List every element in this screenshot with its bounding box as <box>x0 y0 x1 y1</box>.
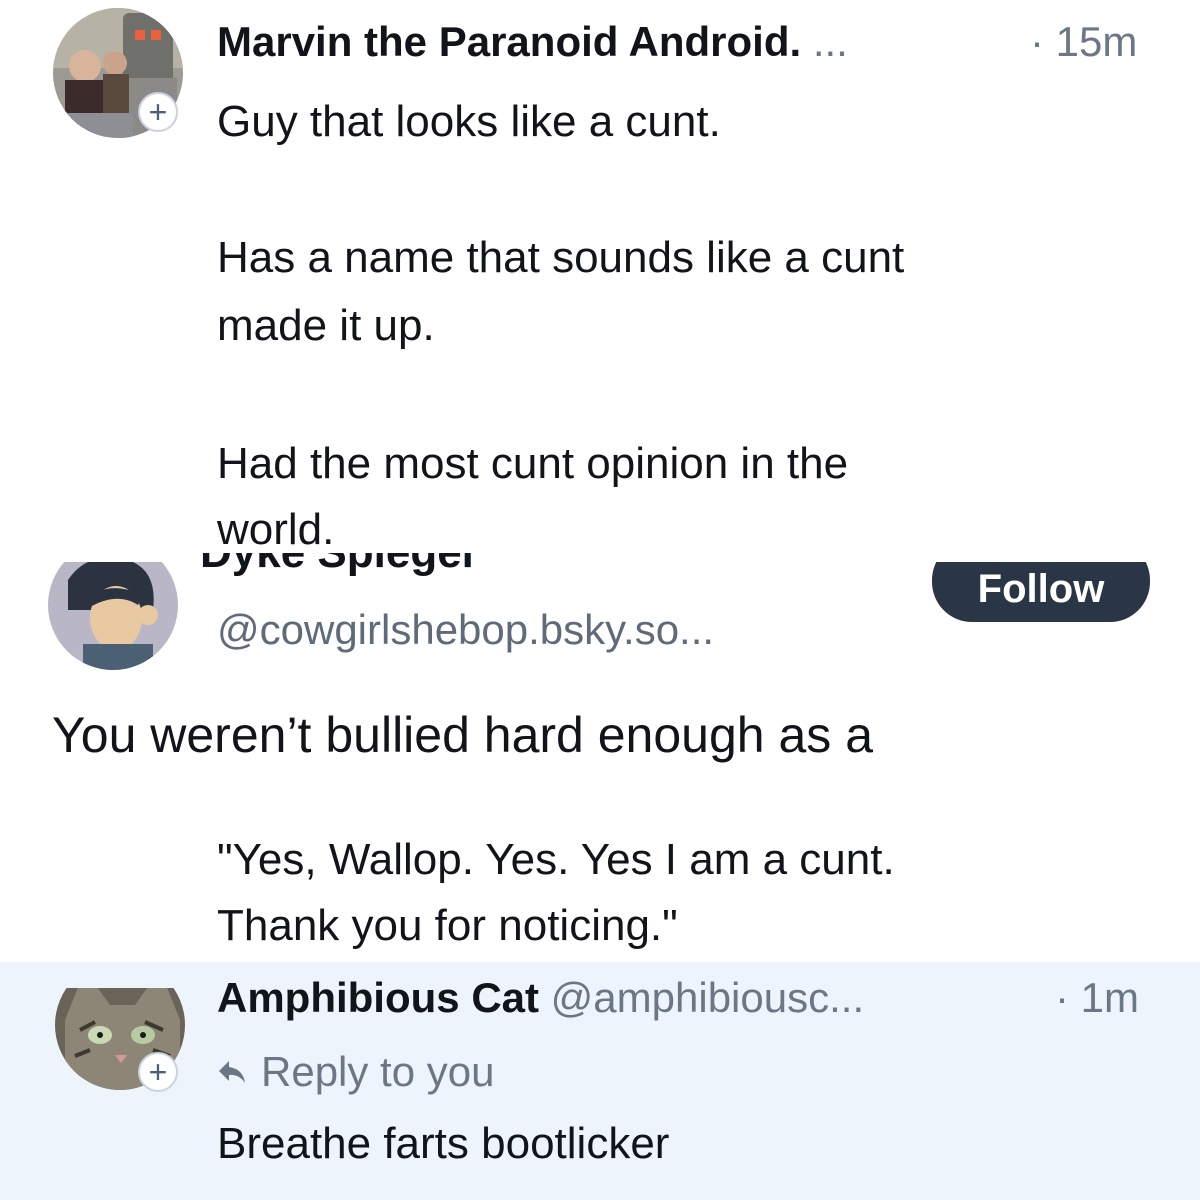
post1-line-4: Had the most cunt opinion in the <box>217 439 849 488</box>
post1-line-3: made it up. <box>217 301 435 350</box>
plus-icon: + <box>148 1054 168 1090</box>
reply-quote-line-2: Thank you for noticing." <box>217 901 678 950</box>
post1-line-1: Guy that looks like a cunt. <box>217 97 721 146</box>
post2-handle[interactable]: @cowgirlshebop.bsky.so... <box>217 606 714 654</box>
post2-display-name[interactable]: Dyke Spiegel <box>200 553 600 575</box>
post3-header-cropped: Amphibious Cat @amphibiousc... <box>217 978 1177 1038</box>
post1-display-name[interactable]: Marvin the Paranoid Android. <box>217 18 801 65</box>
anime-avatar-image <box>48 562 178 670</box>
reply-arrow-icon <box>219 1061 245 1083</box>
post1-header: Marvin the Paranoid Android. ... <box>217 18 848 66</box>
follow-button-label: Follow <box>977 567 1105 611</box>
post1-line-2: Has a name that sounds like a cunt <box>217 233 905 282</box>
follow-plus-badge[interactable]: + <box>138 92 178 132</box>
post1-timestamp[interactable]: · 15m <box>1030 18 1137 66</box>
post3-handle[interactable]: @amphibiousc... <box>551 978 864 1021</box>
post2-name-cropped: Dyke Spiegel <box>200 553 600 579</box>
post3-body: Breathe farts bootlicker <box>217 1119 670 1168</box>
post2-avatar[interactable] <box>48 562 178 670</box>
post1-name-ellipsis: ... <box>812 18 848 65</box>
post3-timestamp[interactable]: · 1m <box>1055 978 1175 1022</box>
post3-display-name[interactable]: Amphibious Cat <box>217 978 539 1021</box>
post3-timestamp-cropped: · 1m <box>1055 978 1175 1038</box>
reply-to-label: Reply to you <box>261 1048 495 1095</box>
reply-quote-line-1: "Yes, Wallop. Yes. Yes I am a cunt. <box>217 835 895 884</box>
post2-body: You weren’t bullied hard enough as a <box>52 707 873 763</box>
plus-icon: + <box>148 94 168 130</box>
post3-follow-plus-badge[interactable]: + <box>138 1052 178 1092</box>
reply-to-indicator[interactable]: Reply to you <box>217 1048 494 1096</box>
follow-button[interactable]: Follow <box>932 562 1150 622</box>
